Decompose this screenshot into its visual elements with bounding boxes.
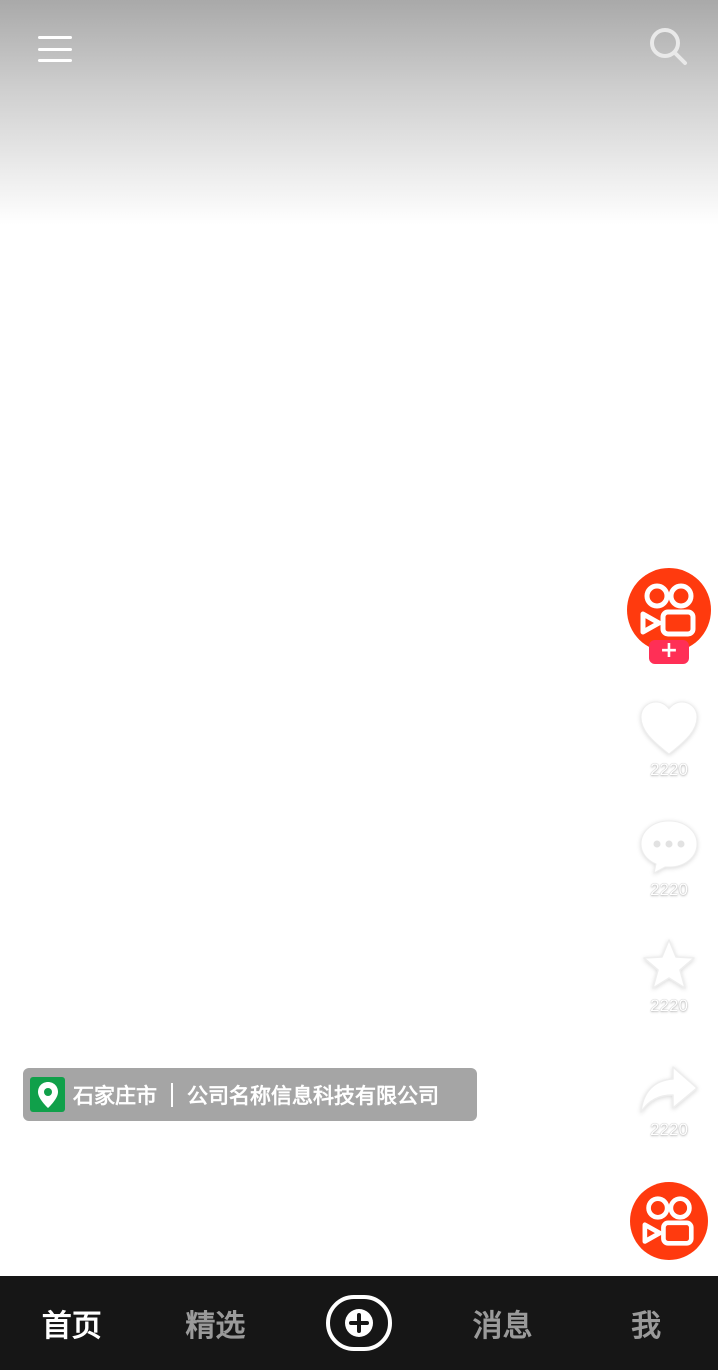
plus-circle-icon (325, 1295, 392, 1351)
favorite-button[interactable]: 2220 (629, 938, 709, 1016)
location-city: 石家庄市 (73, 1083, 157, 1108)
like-count: 2220 (650, 760, 688, 779)
share-icon (640, 1066, 698, 1113)
location-tag[interactable]: 石家庄市 公司名称信息科技有限公司 (23, 1068, 477, 1121)
nav-featured[interactable]: 精选 (144, 1301, 288, 1345)
location-company: 公司名称信息科技有限公司 (187, 1083, 439, 1108)
heart-icon (640, 701, 698, 755)
search-icon[interactable] (646, 24, 690, 68)
like-button[interactable]: 2220 (629, 700, 709, 780)
favorite-count: 2220 (650, 996, 688, 1015)
location-pin-icon (30, 1077, 65, 1112)
nav-messages[interactable]: 消息 (431, 1301, 575, 1345)
comment-button[interactable]: 2220 (629, 818, 709, 900)
follow-button[interactable]: + (649, 640, 689, 664)
comment-icon (640, 820, 698, 874)
nav-home[interactable]: 首页 (0, 1301, 144, 1345)
share-count: 2220 (650, 1120, 688, 1139)
comment-count: 2220 (650, 880, 688, 899)
bottom-navigation: 首页 精选 消息 我 (0, 1276, 718, 1370)
star-icon (643, 939, 695, 989)
kuaishou-logo[interactable] (630, 1182, 708, 1260)
location-divider (171, 1082, 173, 1107)
top-gradient-overlay (0, 0, 718, 225)
nav-me[interactable]: 我 (574, 1301, 718, 1345)
create-button[interactable] (287, 1295, 431, 1351)
share-button[interactable]: 2220 (629, 1064, 709, 1140)
menu-icon[interactable] (36, 32, 74, 66)
